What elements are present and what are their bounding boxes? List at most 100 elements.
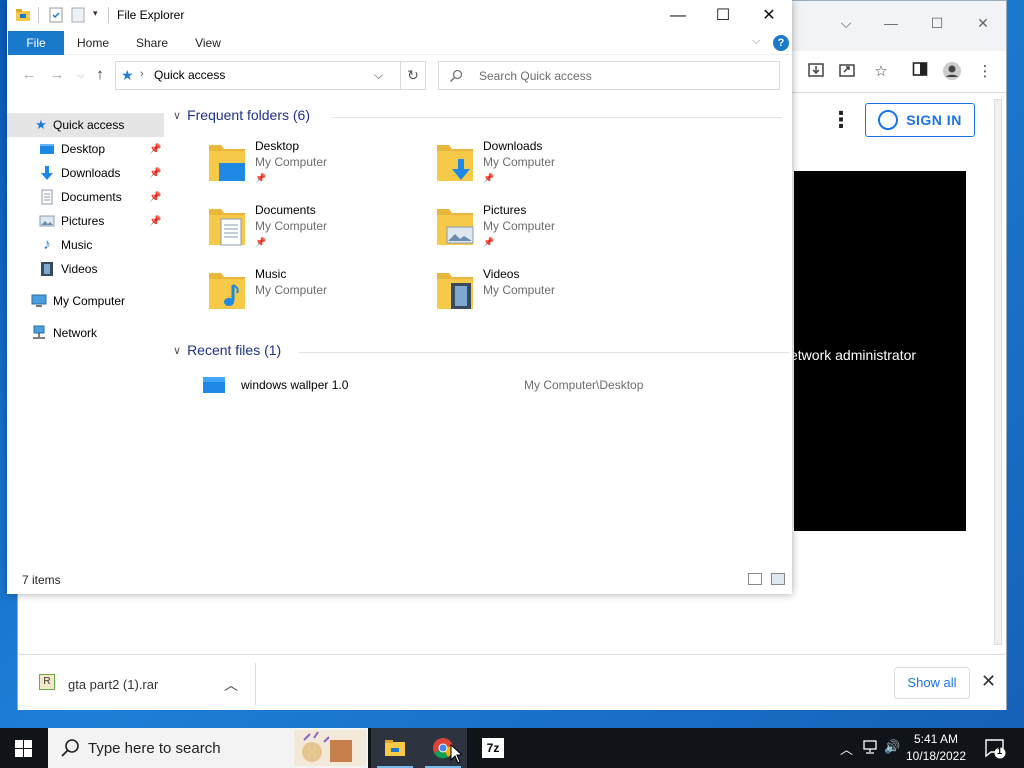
maximize-button[interactable]: ☐ — [700, 0, 746, 31]
profile-avatar-icon[interactable] — [941, 61, 963, 83]
tab-view[interactable]: View — [187, 31, 229, 55]
search-icon — [61, 739, 79, 757]
sidebar-item-label: Desktop — [61, 142, 106, 156]
folder-documents[interactable]: Documents My Computer 📌 — [207, 203, 427, 259]
sidebar-item-quick-access[interactable]: ★ Quick access — [7, 113, 164, 137]
pin-icon[interactable]: 📌 — [149, 144, 161, 155]
back-arrow-icon[interactable]: ← — [19, 65, 39, 85]
folder-documents-icon — [209, 209, 245, 246]
frequent-folders-header[interactable]: ∨ Frequent folders (6) — [173, 107, 310, 123]
file-location: My Computer\Desktop — [524, 378, 644, 392]
help-icon[interactable]: ? — [773, 35, 789, 51]
show-all-button[interactable]: Show all — [894, 667, 970, 699]
network-icon[interactable] — [862, 739, 878, 758]
address-bar[interactable]: ★ › Quick access ⌵ — [115, 61, 401, 90]
expand-ribbon-icon[interactable]: ⌵ — [752, 35, 760, 48]
sidebar-item-pictures[interactable]: Pictures 📌 — [7, 209, 164, 233]
side-panel-icon[interactable] — [909, 61, 931, 83]
folder-videos[interactable]: Videos My Computer — [435, 267, 655, 323]
share-icon[interactable] — [836, 61, 858, 83]
file-name: windows wallper 1.0 — [241, 378, 349, 392]
folder-name: Videos — [483, 267, 520, 281]
close-button[interactable]: ✕ — [973, 13, 993, 33]
chevron-down-icon[interactable]: ∨ — [173, 109, 181, 122]
close-button[interactable]: ✕ — [746, 0, 792, 31]
clock-date[interactable]: 10/18/2022 — [898, 749, 974, 763]
sidebar-item-downloads[interactable]: Downloads 📌 — [7, 161, 164, 185]
sidebar-item-documents[interactable]: Documents 📌 — [7, 185, 164, 209]
breadcrumb-separator-icon[interactable]: › — [140, 68, 144, 80]
close-icon[interactable]: ✕ — [981, 671, 996, 691]
chevron-down-icon[interactable]: ⌵ — [374, 68, 383, 83]
sidebar-item-my-computer[interactable]: My Computer — [7, 289, 164, 313]
pictures-icon — [39, 215, 55, 227]
new-folder-icon[interactable] — [70, 7, 86, 23]
sidebar-item-label: Documents — [61, 190, 122, 204]
taskbar-7zip[interactable]: 7z — [468, 728, 516, 768]
details-view-icon[interactable] — [748, 573, 762, 585]
up-arrow-icon[interactable]: ↑ — [90, 65, 110, 85]
tab-file[interactable]: File — [8, 31, 64, 55]
sidebar-item-network[interactable]: Network — [7, 321, 164, 345]
search-input[interactable]: Search Quick access — [438, 61, 780, 90]
bookmark-star-icon[interactable]: ☆ — [870, 61, 892, 83]
breadcrumb[interactable]: Quick access — [154, 68, 225, 82]
download-item[interactable]: R gta part2 (1).rar ︿ — [18, 663, 256, 705]
recent-files-header[interactable]: ∨ Recent files (1) — [173, 342, 281, 358]
video-player[interactable]: etwork administrator — [794, 171, 966, 531]
clock-time[interactable]: 5:41 AM — [898, 732, 974, 746]
taskbar-search-input[interactable]: Type here to search — [48, 728, 368, 768]
chrome-menu-icon[interactable]: ⋮ — [974, 61, 996, 83]
folder-desktop[interactable]: Desktop My Computer 📌 — [207, 139, 427, 195]
pin-icon[interactable]: 📌 — [149, 168, 161, 179]
search-highlight-illustration — [294, 730, 366, 766]
recent-locations-icon[interactable]: ⌵ — [71, 65, 91, 85]
pin-icon[interactable]: 📌 — [149, 192, 161, 203]
folder-location: My Computer — [483, 155, 556, 169]
tab-share[interactable]: Share — [127, 31, 177, 55]
minimize-button[interactable]: — — [655, 0, 701, 31]
sidebar-item-label: Videos — [61, 262, 98, 276]
chevron-up-icon[interactable]: ︿ — [224, 675, 238, 695]
maximize-button[interactable]: ☐ — [927, 13, 947, 33]
folder-desktop-icon — [209, 145, 245, 181]
notification-count: 1 — [997, 746, 1003, 756]
sidebar-item-desktop[interactable]: Desktop 📌 — [7, 137, 164, 161]
folder-music[interactable]: Music My Computer — [207, 267, 427, 323]
search-icon — [449, 69, 463, 83]
content-pane: ∨ Frequent folders (6) Desktop My Comput… — [169, 103, 789, 573]
page-menu-icon[interactable]: ⋮ — [830, 105, 852, 135]
sign-in-label: SIGN IN — [906, 112, 962, 128]
folder-location: My Computer — [255, 283, 328, 297]
documents-icon — [41, 189, 53, 205]
folder-pictures[interactable]: Pictures My Computer 📌 — [435, 203, 655, 259]
properties-icon[interactable] — [48, 7, 64, 23]
folder-location: My Computer — [483, 219, 556, 233]
chevron-up-icon[interactable]: ︿ — [840, 739, 853, 758]
pin-icon[interactable]: 📌 — [149, 216, 161, 227]
forward-arrow-icon[interactable]: → — [47, 65, 67, 85]
pin-icon: 📌 — [483, 237, 495, 247]
start-button[interactable] — [0, 728, 48, 768]
customize-toolbar-icon[interactable]: ▾ — [93, 8, 98, 19]
tab-home[interactable]: Home — [69, 31, 117, 55]
minimize-button[interactable]: — — [881, 13, 901, 33]
folder-name: Music — [255, 267, 287, 281]
refresh-icon[interactable]: ↻ — [400, 61, 426, 90]
sign-in-button[interactable]: SIGN IN — [865, 103, 975, 137]
notification-center-icon[interactable]: 1 — [984, 737, 1006, 759]
page-scrollbar[interactable] — [990, 93, 1006, 655]
install-icon[interactable] — [805, 61, 827, 83]
list-item[interactable]: windows wallper 1.0 My Computer\Desktop — [199, 375, 759, 397]
chevron-down-icon[interactable]: ⌵ — [836, 13, 856, 33]
group-title: Frequent folders (6) — [187, 107, 311, 123]
sidebar-item-label: My Computer — [53, 294, 126, 308]
chevron-down-icon[interactable]: ∨ — [173, 344, 181, 357]
download-arrow-icon — [41, 166, 53, 180]
large-icons-view-icon[interactable] — [771, 573, 785, 585]
item-count: 7 items — [22, 573, 61, 587]
sidebar-item-music[interactable]: ♪ Music — [7, 233, 164, 257]
taskbar-file-explorer[interactable] — [371, 728, 419, 768]
folder-downloads[interactable]: Downloads My Computer 📌 — [435, 139, 655, 195]
sidebar-item-videos[interactable]: Videos — [7, 257, 164, 281]
